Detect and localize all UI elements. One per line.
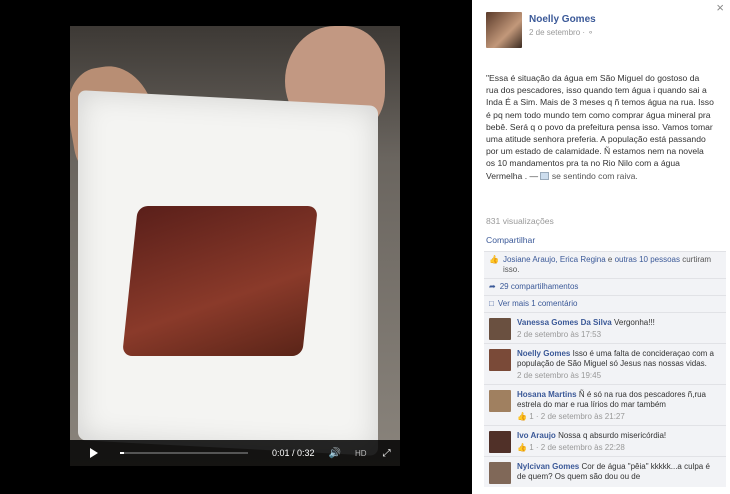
close-icon[interactable]: × [716,0,724,15]
photo-stage: 0:01 / 0:32 🔊 HD ⤢ [0,0,472,494]
avatar[interactable] [489,349,511,371]
others-link[interactable]: outras 10 pessoas [615,255,680,264]
play-button[interactable] [84,440,104,466]
comment-like-count: 1 [529,443,534,452]
post-date[interactable]: 2 de setembro · [529,28,587,37]
comment-text: Vergonha!!! [613,318,655,327]
likes-and: e [605,255,615,264]
comment-meta: 👍 1 · 2 de setembro às 22:28 [517,443,625,452]
globe-icon: ⚬ [587,28,594,37]
comment-item: Ivo Araujo Nossa q absurdo misericórdia!… [484,425,726,456]
avatar[interactable] [489,462,511,484]
avatar[interactable] [489,318,511,340]
avatar[interactable] [489,431,511,453]
video-player[interactable] [70,26,400,466]
comment-author[interactable]: Noelly Gomes [517,349,570,358]
comment-author[interactable]: Hosana Martins [517,390,577,399]
post-body: "Essa é situação da água em São Miguel d… [486,73,714,181]
video-time: 0:01 / 0:32 [272,448,315,458]
play-icon [90,448,98,458]
post-header: Noelly Gomes 2 de setembro · ⚬ [486,12,596,48]
comment-text: Nossa q absurdo misericórdia! [558,431,667,440]
feeling-text: se sentindo com raiva. [551,170,638,181]
comment-item: Nylcivan Gomes Cor de água "pêia" kkkkk.… [484,456,726,487]
views-count: 831 visualizações [486,216,554,226]
comment-item: Hosana Martins Ñ é só na rua dos pescado… [484,384,726,425]
like-icon: 👍 [517,412,527,421]
comment-author[interactable]: Vanessa Gomes Da Silva [517,318,612,327]
avatar[interactable] [486,12,522,48]
comment-date[interactable]: 2 de setembro às 22:28 [541,443,625,452]
comment-item: Noelly Gomes Isso é uma falta de concide… [484,343,726,384]
comment-like-count: 1 [529,412,534,421]
shares-link[interactable]: 29 compartilhamentos [500,282,579,292]
share-link[interactable]: Compartilhar [486,235,535,245]
comment-author[interactable]: Nylcivan Gomes [517,462,579,471]
author-name[interactable]: Noelly Gomes [529,14,596,25]
comment-meta: 👍 1 · 2 de setembro às 21:27 [517,412,625,421]
comment-icon: □ [489,299,494,308]
like-icon: 👍 [489,255,499,264]
likers-link[interactable]: Josiane Araujo, Erica Regina [503,255,606,264]
volume-icon[interactable]: 🔊 [329,448,341,459]
progress-fill [120,452,124,454]
feeling-icon [540,172,550,181]
shares-row: ➦ 29 compartilhamentos [484,278,726,295]
hd-button[interactable]: HD [355,449,367,458]
comment-meta: 2 de setembro às 17:53 [517,330,655,340]
comment-item: Vanessa Gomes Da Silva Vergonha!!! 2 de s… [484,312,726,343]
comment-date[interactable]: 2 de setembro às 19:45 [517,371,601,380]
video-controls: 0:01 / 0:32 🔊 HD ⤢ [70,440,400,466]
comment-date[interactable]: 2 de setembro às 21:27 [541,412,625,421]
comment-date[interactable]: 2 de setembro às 17:53 [517,330,601,339]
comment-list: Vanessa Gomes Da Silva Vergonha!!! 2 de s… [484,312,726,487]
like-icon: 👍 [517,443,527,452]
comment-meta: 2 de setembro às 19:45 [517,371,721,381]
progress-bar[interactable] [120,452,248,454]
red-water [122,206,318,356]
fullscreen-icon[interactable]: ⤢ [383,448,391,459]
post-text: "Essa é situação da água em São Miguel d… [486,72,714,182]
likes-row: 👍 Josiane Araujo, Erica Regina e outras … [484,251,726,278]
more-comments-link[interactable]: Ver mais 1 comentário [498,299,578,309]
comment-author[interactable]: Ivo Araujo [517,431,556,440]
avatar[interactable] [489,390,511,412]
feedback-section: 👍 Josiane Araujo, Erica Regina e outras … [484,251,726,487]
share-icon: ➦ [489,282,496,291]
more-comments-row: □ Ver mais 1 comentário [484,295,726,312]
